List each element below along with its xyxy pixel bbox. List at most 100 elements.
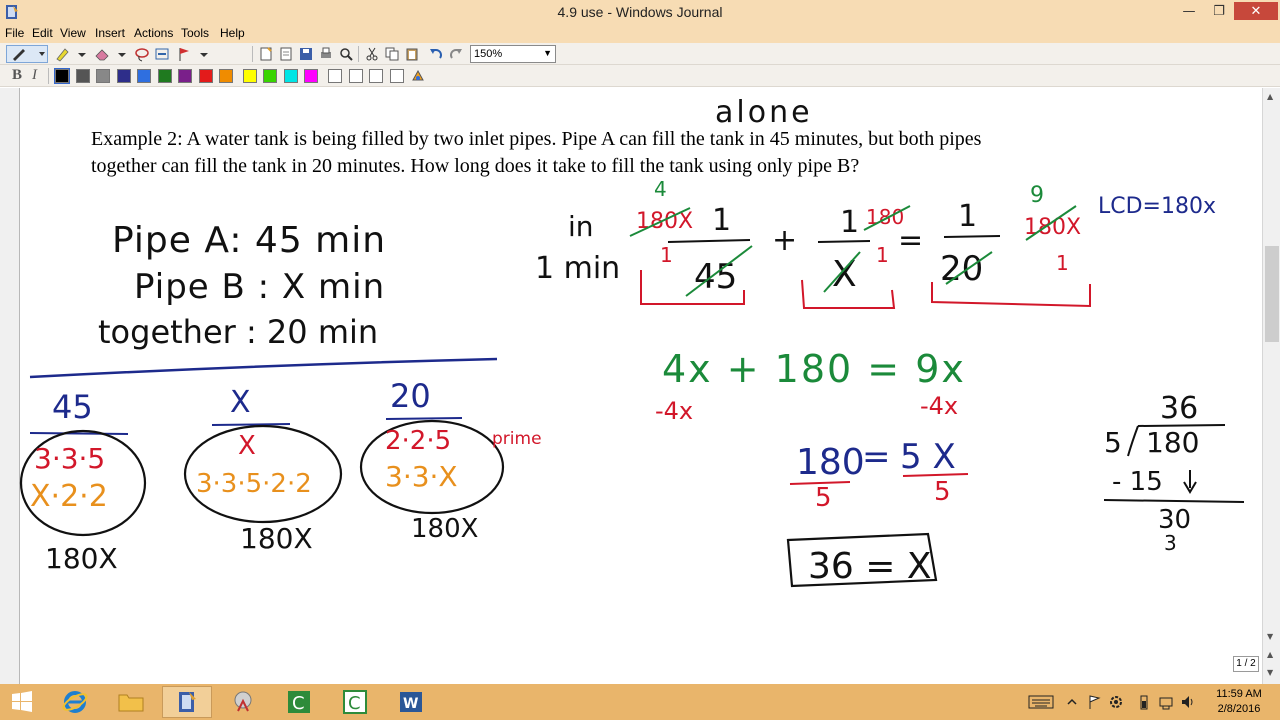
close-button[interactable]: ✕ — [1234, 2, 1278, 20]
color-swatch-dark-gray[interactable] — [76, 69, 90, 83]
previous-page-icon[interactable]: ▲ — [1267, 650, 1273, 659]
vertical-scrollbar[interactable]: ▲ ▼ ▲ ▼ — [1262, 88, 1280, 684]
menu-insert[interactable]: Insert — [95, 26, 125, 40]
open-note-icon[interactable] — [278, 46, 294, 62]
color-swatch-purple[interactable] — [178, 69, 192, 83]
toolbar-separator — [252, 46, 253, 62]
ink-reduced-9: 9 — [1030, 183, 1044, 208]
color-swatch-yellow[interactable] — [243, 69, 257, 83]
ink-num-2: 1 — [840, 205, 859, 240]
menu-view[interactable]: View — [60, 26, 86, 40]
next-page-icon[interactable]: ▼ — [1267, 668, 1273, 677]
color-swatch-red[interactable] — [199, 69, 213, 83]
ink-prime-label: prime — [492, 429, 542, 449]
restore-button[interactable]: ❐ — [1204, 2, 1234, 20]
cut-icon[interactable] — [364, 46, 380, 62]
color-swatch-navy[interactable] — [117, 69, 131, 83]
windows-logo-icon — [12, 691, 32, 712]
menu-actions[interactable]: Actions — [134, 26, 173, 40]
flag-icon[interactable] — [176, 46, 192, 62]
volume-icon[interactable] — [1180, 694, 1196, 710]
show-hidden-icons-chevron-icon[interactable] — [1064, 694, 1080, 710]
windows-journal-icon — [179, 692, 196, 712]
ink-underline-x — [211, 423, 291, 426]
ink-step-equals: = — [862, 437, 891, 477]
clock-date: 2/8/2016 — [1217, 703, 1261, 715]
copy-icon[interactable] — [384, 46, 400, 62]
scroll-up-icon[interactable]: ▲ — [1267, 92, 1273, 101]
find-icon[interactable] — [338, 46, 354, 62]
eraser-icon[interactable] — [94, 46, 110, 62]
ink-factor-20-red: 2·2·5 — [385, 426, 451, 456]
color-swatch-lime[interactable] — [263, 69, 277, 83]
ink-one-under-2: 1 — [876, 243, 889, 267]
system-clock[interactable]: 11:59 AM 2/8/2016 — [1204, 687, 1274, 717]
ink-one-under-3: 1 — [1056, 251, 1069, 275]
color-swatch-white-2[interactable] — [349, 69, 363, 83]
lasso-icon[interactable] — [134, 46, 150, 62]
zoom-value: 150% — [474, 48, 503, 60]
scrollbar-thumb[interactable] — [1265, 246, 1279, 342]
color-swatch-white-3[interactable] — [369, 69, 383, 83]
menu-help[interactable]: Help — [220, 26, 245, 40]
color-swatch-cyan[interactable] — [284, 69, 298, 83]
save-icon[interactable] — [298, 46, 314, 62]
italic-button[interactable]: I — [32, 67, 37, 84]
taskbar-camtasia-studio[interactable]: C — [330, 686, 380, 718]
ink-lcd-45: 180X — [45, 542, 118, 575]
new-note-icon[interactable] — [258, 46, 274, 62]
menu-tools[interactable]: Tools — [181, 26, 209, 40]
start-button[interactable] — [0, 686, 44, 718]
print-icon[interactable] — [318, 46, 334, 62]
touch-keyboard-icon[interactable] — [1028, 694, 1054, 710]
ink-lcd-20: 180X — [411, 514, 478, 544]
flag-dropdown-icon[interactable] — [196, 46, 212, 62]
taskbar-snipping-tool[interactable] — [218, 686, 268, 718]
taskbar-word[interactable]: W — [386, 686, 436, 718]
bold-button[interactable]: B — [12, 67, 22, 84]
title-bar: 4.9 use - Windows Journal — ❐ ✕ — [0, 0, 1280, 24]
network-icon[interactable] — [1158, 694, 1174, 710]
menu-file[interactable]: File — [5, 26, 24, 40]
menu-edit[interactable]: Edit — [32, 26, 53, 40]
color-swatch-black[interactable] — [54, 68, 70, 84]
redo-icon[interactable] — [448, 46, 464, 62]
color-swatch-orange[interactable] — [219, 69, 233, 83]
ink-answer: 36 = X — [808, 546, 932, 587]
custom-color-icon[interactable] — [410, 68, 426, 84]
taskbar-file-explorer[interactable] — [106, 686, 156, 718]
pen-tool-button[interactable] — [6, 45, 48, 63]
taskbar-windows-journal[interactable] — [162, 686, 212, 718]
zoom-select[interactable]: 150% ▼ — [470, 45, 556, 63]
eraser-dropdown-icon[interactable] — [114, 46, 130, 62]
paste-icon[interactable] — [404, 46, 420, 62]
ink-plus: + — [772, 223, 797, 258]
color-swatch-white-1[interactable] — [328, 69, 342, 83]
insert-space-icon[interactable] — [154, 46, 170, 62]
taskbar-internet-explorer[interactable] — [50, 686, 100, 718]
highlighter-icon[interactable] — [54, 46, 70, 62]
undo-icon[interactable] — [428, 46, 444, 62]
word-icon: W — [400, 692, 422, 712]
battery-icon[interactable] — [1136, 694, 1152, 710]
color-swatch-gray[interactable] — [96, 69, 110, 83]
file-explorer-icon — [118, 694, 144, 712]
minimize-button[interactable]: — — [1174, 2, 1204, 20]
highlighter-dropdown-icon[interactable] — [74, 46, 90, 62]
color-swatch-white-4[interactable] — [390, 69, 404, 83]
taskbar-camtasia-recorder[interactable]: C — [274, 686, 324, 718]
internet-explorer-icon — [62, 691, 88, 713]
action-center-flag-icon[interactable] — [1086, 694, 1102, 710]
settings-gear-icon[interactable] — [1108, 694, 1124, 710]
color-swatch-blue[interactable] — [137, 69, 151, 83]
ink-div-line — [1103, 499, 1245, 503]
pen-icon — [13, 49, 45, 61]
ink-div-dividend: 180 — [1146, 426, 1199, 459]
color-swatch-magenta[interactable] — [304, 69, 318, 83]
ink-head-x: X — [230, 385, 251, 420]
ink-in: in — [568, 210, 594, 243]
ink-fraction-bar-2 — [817, 240, 871, 243]
scroll-down-icon[interactable]: ▼ — [1267, 632, 1273, 641]
color-swatch-green[interactable] — [158, 69, 172, 83]
toolbar-separator — [358, 46, 359, 62]
